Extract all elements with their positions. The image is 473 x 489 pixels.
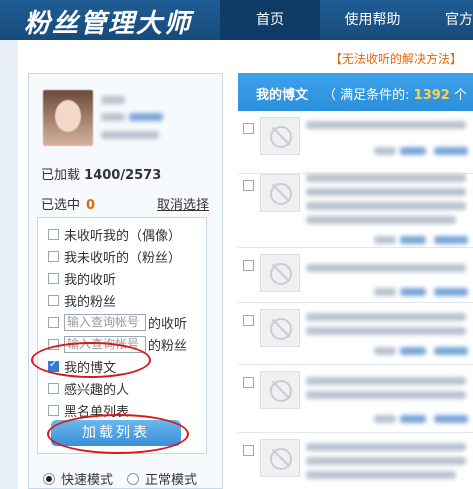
no-image-icon <box>260 371 300 409</box>
nav-official[interactable]: 官方 <box>425 0 473 40</box>
checkbox[interactable] <box>48 382 59 394</box>
app-logo: 粉丝管理大师 <box>24 9 193 39</box>
profile-link-blurred[interactable] <box>129 113 163 121</box>
no-image-icon <box>260 117 300 155</box>
checkbox[interactable] <box>243 123 254 134</box>
mode-selector: 快速模式 正常模式 <box>43 469 197 488</box>
option-not-following-me[interactable]: 未收听我的（偶像） <box>48 224 181 244</box>
radio-fast-mode[interactable] <box>43 472 55 485</box>
normal-mode-label: 正常模式 <box>145 473 198 488</box>
highlight-ring-my-posts <box>31 342 151 378</box>
no-image-icon <box>260 174 300 212</box>
checkbox[interactable] <box>48 294 59 306</box>
checkbox[interactable] <box>48 228 59 240</box>
avatar <box>43 90 93 146</box>
list-item <box>238 248 473 303</box>
no-image-icon <box>260 439 300 477</box>
profile-info-blurred <box>101 113 125 121</box>
option-my-fans[interactable]: 我的粉丝 <box>48 290 116 310</box>
profile-extra-blurred <box>101 131 159 139</box>
radio-normal-mode[interactable] <box>127 472 140 485</box>
fast-mode-label: 快速模式 <box>61 473 114 488</box>
nav-home[interactable]: 首页 <box>220 0 320 40</box>
list-condition: （ 满足条件的: 1392 个｜过 <box>323 88 473 103</box>
selected-count: 已选中 0 <box>41 198 96 213</box>
profile-name-blurred <box>101 96 125 104</box>
list-title: 我的博文 <box>256 88 309 103</box>
no-image-icon <box>260 254 300 292</box>
left-strip <box>0 40 18 489</box>
top-header: 粉丝管理大师 首页 使用帮助 官方 <box>0 0 473 40</box>
option-account-following[interactable]: 输入查询帐号 的收听 <box>48 312 187 332</box>
option-interested[interactable]: 感兴趣的人 <box>48 378 129 398</box>
checkbox[interactable] <box>48 272 59 284</box>
post-list <box>238 111 473 489</box>
checkbox[interactable] <box>243 315 254 326</box>
no-image-icon <box>260 309 300 347</box>
checkbox[interactable] <box>48 404 59 416</box>
checkbox[interactable] <box>243 377 254 388</box>
control-panel: 已加载 1400/2573 已选中 0 取消选择 未收听我的（偶像） 我未收听的（… <box>28 73 223 489</box>
checkbox[interactable] <box>48 316 59 328</box>
nav-help[interactable]: 使用帮助 <box>320 0 425 40</box>
account-input-following[interactable]: 输入查询帐号 <box>64 313 146 331</box>
checkbox[interactable] <box>243 180 254 191</box>
cannot-follow-fix-link[interactable]: 【无法收听的解决方法】 <box>330 50 462 67</box>
option-i-not-following[interactable]: 我未收听的（粉丝） <box>48 246 181 266</box>
list-header: 我的博文 （ 满足条件的: 1392 个｜过 <box>238 73 473 111</box>
match-count: 1392 <box>413 88 450 103</box>
checkbox[interactable] <box>48 250 59 262</box>
list-item <box>238 433 473 489</box>
checkbox[interactable] <box>243 260 254 271</box>
checkbox[interactable] <box>243 445 254 456</box>
loaded-count: 已加载 1400/2573 <box>41 168 162 183</box>
list-item <box>238 168 473 248</box>
option-my-following[interactable]: 我的收听 <box>48 268 116 288</box>
list-item <box>238 365 473 433</box>
list-item <box>238 303 473 365</box>
unselect-link[interactable]: 取消选择 <box>157 194 209 213</box>
list-item <box>238 111 473 174</box>
highlight-ring-load-button <box>47 414 189 454</box>
main-nav: 首页 使用帮助 官方 <box>220 0 473 40</box>
